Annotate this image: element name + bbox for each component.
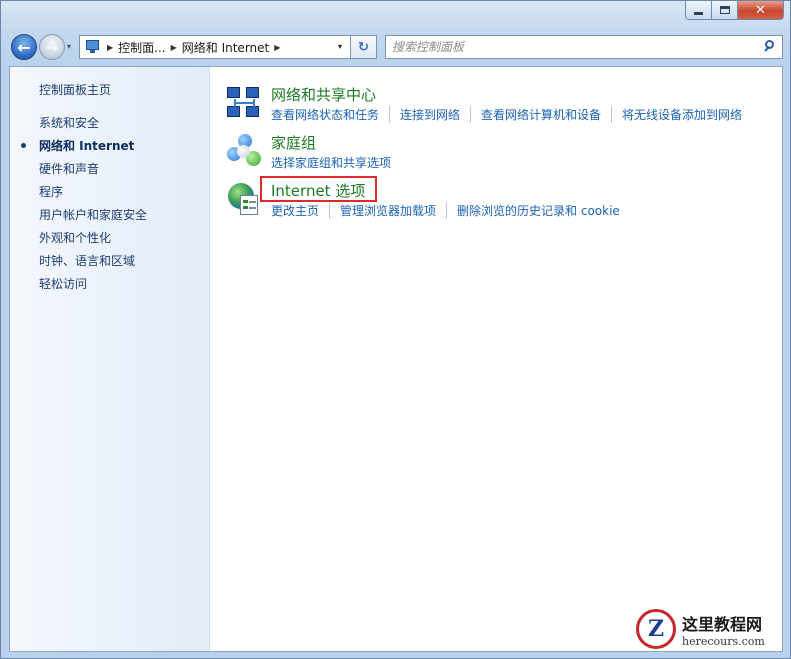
category-links: 查看网络状态和任务 连接到网络 查看网络计算机和设备 将无线设备添加到网络 bbox=[271, 106, 742, 123]
window-controls: ✕ bbox=[685, 1, 784, 21]
recent-pages-dropdown-icon[interactable]: ▾ bbox=[67, 42, 71, 51]
link-manage-browser-addons[interactable]: 管理浏览器加载项 bbox=[329, 202, 436, 219]
homegroup-icon[interactable] bbox=[226, 133, 262, 169]
watermark-subtitle: herecours.com bbox=[682, 634, 765, 648]
sidebar-home-link[interactable]: 控制面板主页 bbox=[39, 81, 111, 98]
back-arrow-icon: ← bbox=[17, 37, 31, 57]
category-title[interactable]: 网络和共享中心 bbox=[271, 84, 376, 105]
category-links: 更改主页 管理浏览器加载项 删除浏览的历史记录和 cookie bbox=[271, 202, 620, 219]
address-dropdown-icon[interactable]: ▾ bbox=[338, 42, 342, 51]
refresh-icon: ↻ bbox=[358, 39, 369, 55]
network-icon[interactable] bbox=[226, 85, 262, 121]
sidebar-item-user-accounts[interactable]: 用户帐户和家庭安全 bbox=[39, 206, 147, 229]
close-button[interactable]: ✕ bbox=[738, 1, 784, 20]
internet-options-icon[interactable] bbox=[226, 181, 262, 217]
sidebar-item-clock-language-region[interactable]: 时钟、语言和区域 bbox=[39, 252, 147, 275]
minimize-icon bbox=[694, 11, 703, 15]
sidebar-item-programs[interactable]: 程序 bbox=[39, 183, 147, 206]
link-view-network-computers[interactable]: 查看网络计算机和设备 bbox=[470, 106, 601, 123]
sidebar-item-network-internet[interactable]: 网络和 Internet bbox=[20, 137, 147, 160]
chevron-right-icon[interactable]: ▶ bbox=[171, 43, 177, 52]
annotation-highlight-box bbox=[260, 176, 377, 202]
search-box[interactable] bbox=[385, 35, 783, 59]
search-input[interactable] bbox=[392, 40, 760, 54]
category-network-sharing: 网络和共享中心 查看网络状态和任务 连接到网络 查看网络计算机和设备 将无线设备… bbox=[224, 81, 782, 129]
minimize-button[interactable] bbox=[685, 1, 712, 20]
category-links: 选择家庭组和共享选项 bbox=[271, 154, 391, 171]
category-homegroup: 家庭组 选择家庭组和共享选项 bbox=[224, 129, 782, 177]
watermark-logo: Z bbox=[636, 609, 676, 649]
sidebar-item-ease-of-access[interactable]: 轻松访问 bbox=[39, 275, 147, 298]
search-icon[interactable] bbox=[760, 36, 782, 58]
maximize-button[interactable] bbox=[712, 1, 738, 20]
sidebar: 控制面板主页 系统和安全 网络和 Internet 硬件和声音 程序 用户帐户和… bbox=[10, 67, 210, 651]
chevron-right-icon[interactable]: ▶ bbox=[107, 43, 113, 52]
control-panel-icon bbox=[84, 39, 102, 55]
chevron-right-icon[interactable]: ▶ bbox=[274, 43, 280, 52]
refresh-button[interactable]: ↻ bbox=[351, 35, 377, 59]
navigation-bar: ← → ▾ ▶ 控制面... ▶ 网络和 Internet ▶ ▾ ↻ bbox=[9, 32, 783, 60]
link-change-homepage[interactable]: 更改主页 bbox=[271, 202, 319, 219]
watermark-title: 这里教程网 bbox=[682, 614, 763, 634]
link-add-wireless-device[interactable]: 将无线设备添加到网络 bbox=[611, 106, 742, 123]
breadcrumb-control-panel[interactable]: 控制面... bbox=[118, 39, 165, 56]
back-button[interactable]: ← bbox=[11, 34, 37, 60]
sidebar-item-appearance[interactable]: 外观和个性化 bbox=[39, 229, 147, 252]
close-icon: ✕ bbox=[755, 2, 766, 18]
maximize-icon bbox=[719, 6, 730, 14]
forward-button[interactable]: → bbox=[39, 34, 65, 60]
category-title[interactable]: 家庭组 bbox=[271, 132, 316, 153]
address-bar[interactable]: ▶ 控制面... ▶ 网络和 Internet ▶ ▾ bbox=[79, 35, 351, 59]
link-view-network-status[interactable]: 查看网络状态和任务 bbox=[271, 106, 379, 123]
breadcrumb-network-internet[interactable]: 网络和 Internet bbox=[182, 39, 269, 56]
main-panel: 网络和共享中心 查看网络状态和任务 连接到网络 查看网络计算机和设备 将无线设备… bbox=[224, 81, 782, 225]
sidebar-category-list: 系统和安全 网络和 Internet 硬件和声音 程序 用户帐户和家庭安全 外观… bbox=[20, 114, 147, 298]
link-delete-browsing-history[interactable]: 删除浏览的历史记录和 cookie bbox=[446, 202, 620, 219]
forward-arrow-icon: → bbox=[45, 37, 59, 57]
link-connect-to-network[interactable]: 连接到网络 bbox=[389, 106, 460, 123]
link-homegroup-sharing-options[interactable]: 选择家庭组和共享选项 bbox=[271, 154, 391, 171]
sidebar-item-hardware-sound[interactable]: 硬件和声音 bbox=[39, 160, 147, 183]
content-area: 控制面板主页 系统和安全 网络和 Internet 硬件和声音 程序 用户帐户和… bbox=[9, 66, 783, 652]
site-watermark: Z 这里教程网 herecours.com bbox=[636, 604, 786, 654]
sidebar-item-system-security[interactable]: 系统和安全 bbox=[39, 114, 147, 137]
control-panel-window: ✕ ← → ▾ ▶ 控制面... ▶ 网络和 Internet ▶ ▾ ↻ 搜索… bbox=[0, 0, 791, 659]
